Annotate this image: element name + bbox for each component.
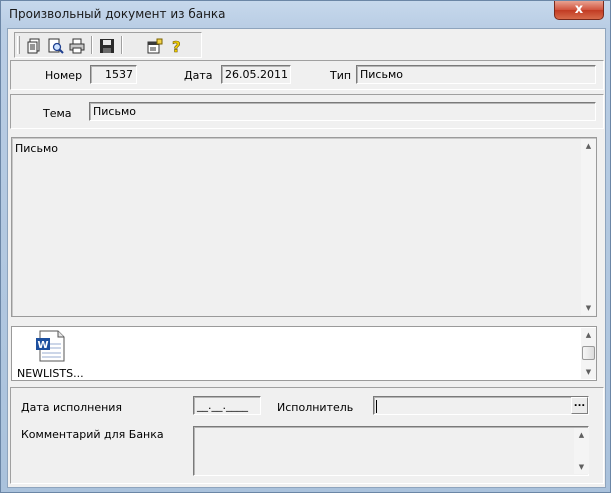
question-icon: ? [169,38,185,54]
scroll-up-icon[interactable]: ▲ [581,328,596,342]
toolbar-separator [91,36,93,54]
document-window: Произвольный документ из банка x ? Номер… [0,0,611,493]
magnifier-icon [48,38,64,54]
number-field[interactable]: 1537 [90,65,137,84]
date-label: Дата [184,69,213,82]
attachments-scrollbar[interactable]: ▲ ▼ [581,328,596,379]
scroll-up-icon[interactable]: ▲ [574,428,589,442]
close-button[interactable]: x [554,1,604,20]
document-icon [27,38,43,54]
execution-date-label: Дата исполнения [21,401,123,414]
new-document-button[interactable] [25,36,45,55]
number-label: Номер [45,69,83,82]
body-scrollbar[interactable]: ▲ ▼ [581,139,596,315]
comment-field[interactable]: ▲ ▼ [193,426,589,476]
print-button[interactable] [67,36,87,55]
title-bar[interactable]: Произвольный документ из банка x [1,1,611,28]
execution-panel: Дата исполнения __.__.____ Исполнитель .… [10,387,604,484]
body-text-area[interactable]: Письмо ▲ ▼ [11,137,597,317]
save-button[interactable] [97,36,117,55]
attachment-name[interactable]: NEWLISTS... [17,367,84,380]
properties-icon [147,38,163,54]
toolbar-separator [121,36,123,54]
scroll-thumb[interactable] [582,346,595,360]
subject-label: Тема [43,107,72,120]
text-cursor [376,399,377,413]
body-text: Письмо [15,142,58,155]
scroll-down-icon[interactable]: ▼ [581,301,596,315]
executor-label: Исполнитель [277,401,354,414]
word-document-icon: W [34,330,68,365]
execution-date-field[interactable]: __.__.____ [193,396,261,415]
preview-button[interactable] [46,36,66,55]
attachments-list: W NEWLISTS... ▲ ▼ [11,326,597,381]
attachment-item[interactable]: W [34,330,68,362]
comment-label: Комментарий для Банка [21,428,164,441]
close-icon: x [574,2,584,17]
type-field[interactable]: Письмо [356,65,596,84]
svg-text:?: ? [172,38,181,54]
properties-button[interactable] [145,36,165,55]
help-button[interactable]: ? [167,36,187,55]
executor-browse-button[interactable]: ... [571,397,588,414]
client-area: ? Номер 1537 Дата 26.05.2011 Тип Письмо … [7,28,606,488]
floppy-icon [99,38,115,54]
window-title: Произвольный документ из банка [9,7,226,21]
type-label: Тип [330,69,352,82]
comment-scrollbar[interactable]: ▲ ▼ [574,428,589,474]
printer-icon [69,38,85,54]
svg-text:W: W [38,340,49,351]
header-panel: Номер 1537 Дата 26.05.2011 Тип Письмо [10,60,604,90]
scroll-down-icon[interactable]: ▼ [581,365,596,379]
scroll-up-icon[interactable]: ▲ [581,139,596,153]
subject-field[interactable]: Письмо [89,102,596,121]
toolbar-grip[interactable] [17,36,20,54]
date-field[interactable]: 26.05.2011 [221,65,291,84]
subject-panel: Тема Письмо [10,94,604,129]
executor-field[interactable] [373,396,589,415]
scroll-down-icon[interactable]: ▼ [574,460,589,474]
toolbar: ? [14,32,202,58]
